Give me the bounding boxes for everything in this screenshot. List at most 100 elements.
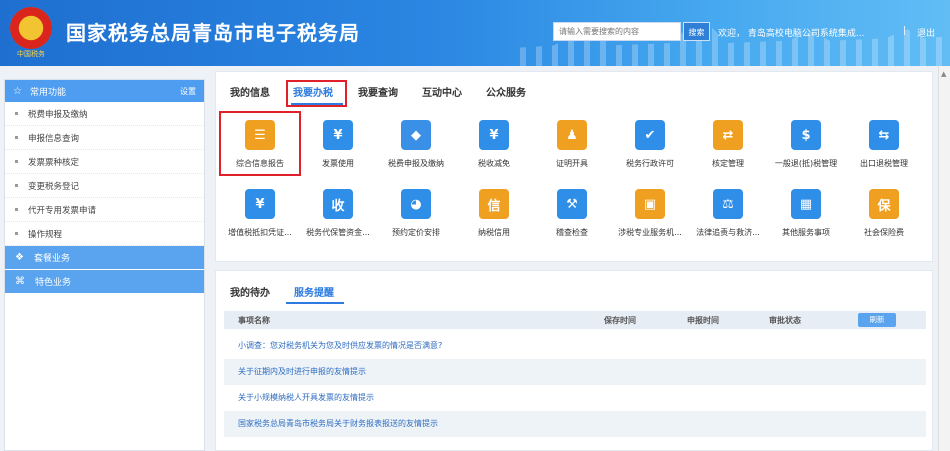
service-tile-label: 一般退(抵)税管理: [774, 159, 838, 168]
todo-panel: 我的待办 服务提醒 事项名称 保存时间 申报时间 审批状态 刷新 小调查：您对税…: [215, 270, 933, 451]
sidebar-group[interactable]: ❖ 套餐业务: [5, 246, 204, 270]
certificate-icon: ♟: [557, 120, 587, 150]
tile-highlight-box: [219, 111, 301, 176]
search-input[interactable]: [553, 22, 681, 41]
approval-icon: ⇄: [713, 120, 743, 150]
business-panel: 我的信息 我要办税 我要查询 互动中心 公众服务 ☰ 综合信息报告 ¥ 发票使用 ◆ 税费…: [215, 71, 933, 262]
tab-my-info[interactable]: 我的信息: [230, 84, 270, 99]
sidebar: ☆ 常用功能 设置 税费申报及缴纳申报信息查询发票票种核定 变更税务登记代开专用发…: [4, 79, 205, 451]
service-tile[interactable]: ▣ 涉税专业服务机...: [612, 189, 688, 238]
service-tile-label: 稽查检查: [556, 228, 588, 237]
site-title: 国家税务总局青岛市电子税务局: [66, 21, 360, 45]
service-tile-label: 纳税信用: [478, 228, 510, 237]
agency-icon: ▣: [635, 189, 665, 219]
sidebar-item[interactable]: 发票票种核定: [5, 150, 204, 174]
sidebar-title: 常用功能: [29, 87, 66, 98]
service-tile[interactable]: $ 一般退(抵)税管理: [768, 120, 844, 169]
table-header: 事项名称 保存时间 申报时间 审批状态 刷新: [224, 311, 926, 329]
tab-service-reminder[interactable]: 服务提醒: [294, 284, 334, 299]
service-tile-label: 增值税抵扣凭证...: [228, 228, 292, 237]
tab-interaction-center[interactable]: 互动中心: [422, 84, 462, 99]
search-button[interactable]: 搜索: [683, 22, 710, 41]
top-header: 中国税务 国家税务总局青岛市电子税务局 搜索 欢迎， 青岛高校电脑公司系统集成.…: [0, 0, 950, 66]
sidebar-settings-link[interactable]: 设置: [180, 86, 196, 97]
service-tile[interactable]: ⚒ 稽查检查: [534, 189, 610, 238]
declare-icon: ◆: [401, 120, 431, 150]
bullet-icon: [15, 184, 18, 187]
service-tile[interactable]: 收税务代保管资金...: [300, 189, 376, 238]
grid-icon: ⌘: [15, 276, 25, 287]
sidebar-header: ☆ 常用功能 设置: [5, 80, 204, 102]
sidebar-item[interactable]: 操作规程: [5, 222, 204, 246]
sidebar-item-label: 税费申报及缴纳: [28, 109, 88, 120]
col-status: 审批状态: [769, 316, 801, 325]
scroll-up-icon[interactable]: ▲: [941, 70, 946, 78]
law-icon: ⚖: [713, 189, 743, 219]
service-tile-label: 其他服务事项: [782, 228, 830, 237]
emblem-caption: 中国税务: [17, 50, 45, 58]
refresh-button[interactable]: 刷新: [858, 313, 896, 327]
service-tile-label: 发票使用: [322, 159, 354, 168]
reminder-row[interactable]: 关于征期内及时进行申报的友情提示: [224, 359, 926, 385]
header-separator: |: [903, 26, 907, 36]
service-tile-label: 税费申报及缴纳: [388, 159, 444, 168]
sidebar-item-label: 变更税务登记: [28, 181, 80, 192]
service-tile[interactable]: ◕ 预约定价安排: [378, 189, 454, 238]
service-tile[interactable]: ◆ 税费申报及缴纳: [378, 120, 454, 169]
service-tile[interactable]: ♟ 证明开具: [534, 120, 610, 169]
service-tile-label: 出口退税管理: [860, 159, 908, 168]
credit-icon: 信: [479, 189, 509, 219]
active-tab-indicator: [286, 302, 344, 304]
export-refund-icon: ⇆: [869, 120, 899, 150]
col-name: 事项名称: [238, 316, 270, 325]
bullet-icon: [15, 136, 18, 139]
sidebar-item[interactable]: 变更税务登记: [5, 174, 204, 198]
service-tile[interactable]: ¥ 发票使用: [300, 120, 376, 169]
inspection-icon: ⚒: [557, 189, 587, 219]
refund-icon: $: [791, 120, 821, 150]
bullet-icon: [15, 160, 18, 163]
page-scrollbar[interactable]: ▲: [938, 66, 950, 451]
sidebar-item[interactable]: 税费申报及缴纳: [5, 102, 204, 126]
service-tile-label: 社会保险费: [864, 228, 904, 237]
reduction-icon: ¥: [479, 120, 509, 150]
permit-icon: ✔: [635, 120, 665, 150]
invoice-icon: ¥: [323, 120, 353, 150]
service-tile-label: 税务行政许可: [626, 159, 674, 168]
logout-link[interactable]: 退出: [917, 26, 935, 39]
service-tile-label: 法律追责与救济...: [696, 228, 760, 237]
col-save-time: 保存时间: [604, 316, 636, 325]
sidebar-item[interactable]: 代开专用发票申请: [5, 198, 204, 222]
tab-query[interactable]: 我要查询: [358, 84, 398, 99]
insurance-icon: 保: [869, 189, 899, 219]
service-tile[interactable]: 信纳税信用: [456, 189, 532, 238]
sidebar-item-label: 操作规程: [28, 229, 63, 240]
welcome-text: 欢迎， 青岛高校电脑公司系统集成...: [718, 29, 865, 39]
tab-my-todo[interactable]: 我的待办: [230, 284, 270, 299]
sidebar-group[interactable]: ⌘ 特色业务: [5, 270, 204, 294]
reminder-row[interactable]: 国家税务总局青岛市税务局关于财务报表报送的友情提示: [224, 411, 926, 437]
bullet-icon: [15, 208, 18, 211]
tax-emblem-icon: [10, 7, 52, 49]
service-tile[interactable]: ¥ 增值税抵扣凭证...: [222, 189, 298, 238]
sidebar-item[interactable]: 申报信息查询: [5, 126, 204, 150]
tab-public-service[interactable]: 公众服务: [486, 84, 526, 99]
reminder-row[interactable]: 关于小规模纳税人开具发票的友情提示: [224, 385, 926, 411]
sidebar-item-label: 发票票种核定: [28, 157, 80, 168]
sidebar-group-label: 特色业务: [35, 278, 72, 288]
service-tile[interactable]: ✔ 税务行政许可: [612, 120, 688, 169]
service-tile-label: 税务代保管资金...: [306, 228, 370, 237]
service-tile[interactable]: ¥ 税收减免: [456, 120, 532, 169]
service-tile[interactable]: ▦ 其他服务事项: [768, 189, 844, 238]
service-tile[interactable]: ⇄ 核定管理: [690, 120, 766, 169]
service-tile[interactable]: ⚖ 法律追责与救济...: [690, 189, 766, 238]
star-icon: ☆: [13, 85, 22, 97]
layers-icon: ❖: [15, 252, 24, 263]
bullet-icon: [15, 112, 18, 115]
service-tile-label: 预约定价安排: [392, 228, 440, 237]
service-tile[interactable]: ⇆ 出口退税管理: [846, 120, 922, 169]
reminder-row[interactable]: 小调查：您对税务机关为您及时供应发票的情况是否满意?: [224, 333, 926, 359]
vat-voucher-icon: ¥: [245, 189, 275, 219]
service-tile[interactable]: 保社会保险费: [846, 189, 922, 238]
pricing-icon: ◕: [401, 189, 431, 219]
